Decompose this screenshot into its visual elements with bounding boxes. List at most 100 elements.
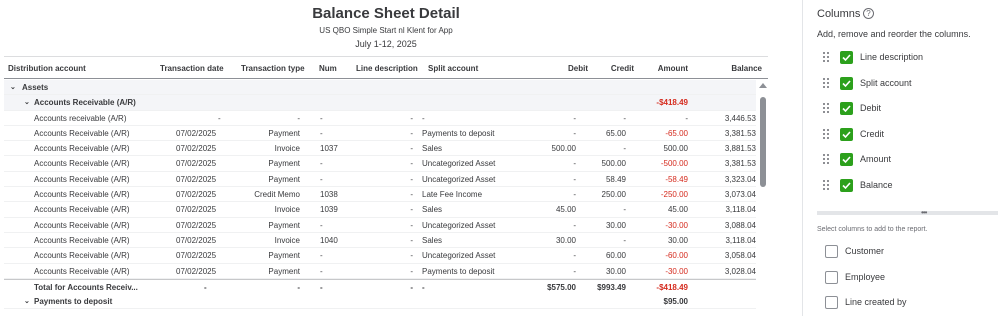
total-date: - xyxy=(204,282,207,292)
total-amount: -$418.49 xyxy=(656,282,688,292)
column-label: Line created by xyxy=(845,297,907,307)
cell-line-description: - xyxy=(410,266,413,276)
table-row[interactable]: Accounts Receivable (A/R) 07/02/2025 Invoi… xyxy=(4,141,756,157)
cell-credit: - xyxy=(623,144,626,154)
scroll-thumb[interactable] xyxy=(760,97,766,187)
checkbox-checked[interactable] xyxy=(840,127,853,141)
selected-column-item[interactable]: Amount xyxy=(821,151,991,169)
available-column-item[interactable]: Employee xyxy=(825,270,995,286)
group-amount: -$418.49 xyxy=(656,98,688,108)
cell-amount: -30.00 xyxy=(665,266,688,276)
cell-amount: -65.00 xyxy=(665,128,688,138)
col-header-distribution-account[interactable]: Distribution account xyxy=(8,64,86,73)
company-name: US QBO Simple Start nl Klent for App xyxy=(319,26,453,35)
chevron-down-icon[interactable]: ⌄ xyxy=(24,98,30,106)
cell-amount: 30.00 xyxy=(667,235,688,245)
help-icon[interactable]: ? xyxy=(863,8,874,19)
checkbox-unchecked[interactable] xyxy=(825,245,838,258)
selected-column-item[interactable]: Debit xyxy=(821,100,991,118)
cell-credit: - xyxy=(623,113,626,123)
cell-type: Invoice xyxy=(274,235,300,245)
cell-date: 07/02/2025 xyxy=(176,205,217,215)
cell-type: - xyxy=(297,113,300,123)
column-label: Employee xyxy=(845,271,886,282)
table-row[interactable]: Accounts Receivable (A/R) 07/02/2025 Payme… xyxy=(4,126,756,142)
col-header-balance[interactable]: Balance xyxy=(731,64,762,73)
table-row[interactable]: Accounts Receivable (A/R) 07/02/2025 Payme… xyxy=(4,156,756,172)
group-row-payments-to-deposit[interactable]: ⌄ Payments to deposit $95.00 xyxy=(4,294,756,310)
table-row[interactable]: Accounts Receivable (A/R) 07/02/2025 Credi… xyxy=(4,187,756,203)
table-row[interactable]: Accounts Receivable (A/R) 07/02/2025 Payme… xyxy=(4,264,756,279)
column-label: Debit xyxy=(860,103,882,113)
cell-account: Accounts Receivable (A/R) xyxy=(34,190,130,200)
cell-date: 07/02/2025 xyxy=(176,174,217,184)
drag-grip-icon[interactable] xyxy=(823,77,831,90)
cell-line-description: - xyxy=(410,128,413,138)
col-header-transaction-type[interactable]: Transaction type xyxy=(241,64,305,73)
table-row[interactable]: Accounts Receivable (A/R) 07/02/2025 Payme… xyxy=(4,218,756,233)
table-row[interactable]: Accounts Receivable (A/R) 07/02/2025 Invoi… xyxy=(4,202,756,218)
available-column-item[interactable]: Customer xyxy=(825,244,995,260)
panel-separator[interactable] xyxy=(817,211,998,215)
vertical-scrollbar[interactable] xyxy=(758,81,768,316)
cell-num: - xyxy=(320,113,323,123)
col-header-transaction-date[interactable]: Transaction date xyxy=(160,64,224,73)
drag-grip-icon[interactable] xyxy=(823,52,831,64)
checkbox-checked[interactable] xyxy=(840,102,853,115)
scroll-up-icon[interactable] xyxy=(759,83,767,88)
checkbox-checked[interactable] xyxy=(840,51,853,64)
cell-type: Payment xyxy=(268,174,300,184)
cell-type: Payment xyxy=(268,128,300,138)
section-label: Assets xyxy=(22,83,49,92)
cell-num: - xyxy=(320,251,323,261)
selected-column-item[interactable]: Balance xyxy=(821,177,991,195)
total-desc: - xyxy=(410,282,413,292)
checkbox-checked[interactable] xyxy=(840,178,853,192)
drag-handle-icon[interactable]: ••• xyxy=(921,208,927,217)
cell-num: - xyxy=(320,266,323,276)
report-date-range: July 1-12, 2025 xyxy=(355,39,417,49)
drag-grip-icon[interactable] xyxy=(823,103,831,115)
cell-credit: - xyxy=(623,235,626,245)
section-row-assets[interactable]: ⌄ Assets xyxy=(4,80,756,96)
checkbox-checked[interactable] xyxy=(840,153,853,166)
col-header-num[interactable]: Num xyxy=(319,64,337,73)
cell-amount: -250.00 xyxy=(660,190,688,200)
cell-line-description: - xyxy=(410,205,413,215)
cell-num: 1038 xyxy=(320,190,338,200)
chevron-down-icon[interactable]: ⌄ xyxy=(10,83,16,91)
checkbox-checked[interactable] xyxy=(840,76,853,90)
table-row[interactable]: Accounts receivable (A/R) - - - - - - - -3,446.5… xyxy=(4,111,756,126)
panel-subtitle: Add, remove and reorder the columns. xyxy=(817,29,971,39)
drag-grip-icon[interactable] xyxy=(823,154,831,166)
cell-account: Accounts Receivable (A/R) xyxy=(34,205,130,215)
cell-line-description: - xyxy=(410,235,413,245)
selected-column-item[interactable]: Line description xyxy=(821,49,991,67)
available-column-item[interactable]: Line created by xyxy=(825,295,995,311)
checkbox-unchecked[interactable] xyxy=(825,296,838,309)
drag-grip-icon[interactable] xyxy=(823,179,831,192)
drag-grip-icon[interactable] xyxy=(823,128,831,141)
col-header-debit[interactable]: Debit xyxy=(568,64,588,73)
cell-balance: 3,323.04 xyxy=(724,174,756,184)
col-header-line-description[interactable]: Line description xyxy=(356,64,418,73)
table-row[interactable]: Accounts Receivable (A/R) 07/02/2025 Invoi… xyxy=(4,233,756,249)
cell-balance: 3,028.04 xyxy=(724,266,756,276)
checkbox-unchecked[interactable] xyxy=(825,270,838,284)
cell-num: - xyxy=(320,174,323,184)
cell-credit: 500.00 xyxy=(601,159,626,169)
selected-column-item[interactable]: Split account xyxy=(821,75,991,93)
col-header-credit[interactable]: Credit xyxy=(611,64,634,73)
columns-panel: Columns ? Add, remove and reorder the co… xyxy=(803,0,998,316)
table-row[interactable]: Accounts Receivable (A/R) 07/02/2025 Payme… xyxy=(4,248,756,264)
cell-balance: 3,446.53 xyxy=(724,113,756,123)
group-row-ar[interactable]: ⌄ Accounts Receivable (A/R) -$418.49 xyxy=(4,95,756,111)
col-header-split-account[interactable]: Split account xyxy=(428,64,478,73)
cell-amount: 45.00 xyxy=(667,205,688,215)
col-header-amount[interactable]: Amount xyxy=(658,64,688,73)
table-row[interactable]: Accounts Receivable (A/R) 07/02/2025 Payme… xyxy=(4,172,756,188)
cell-split-account: Late Fee Income xyxy=(422,190,483,200)
selected-column-item[interactable]: Credit xyxy=(821,126,991,144)
chevron-down-icon[interactable]: ⌄ xyxy=(24,297,30,305)
cell-split-account: Payments to deposit xyxy=(422,266,495,276)
